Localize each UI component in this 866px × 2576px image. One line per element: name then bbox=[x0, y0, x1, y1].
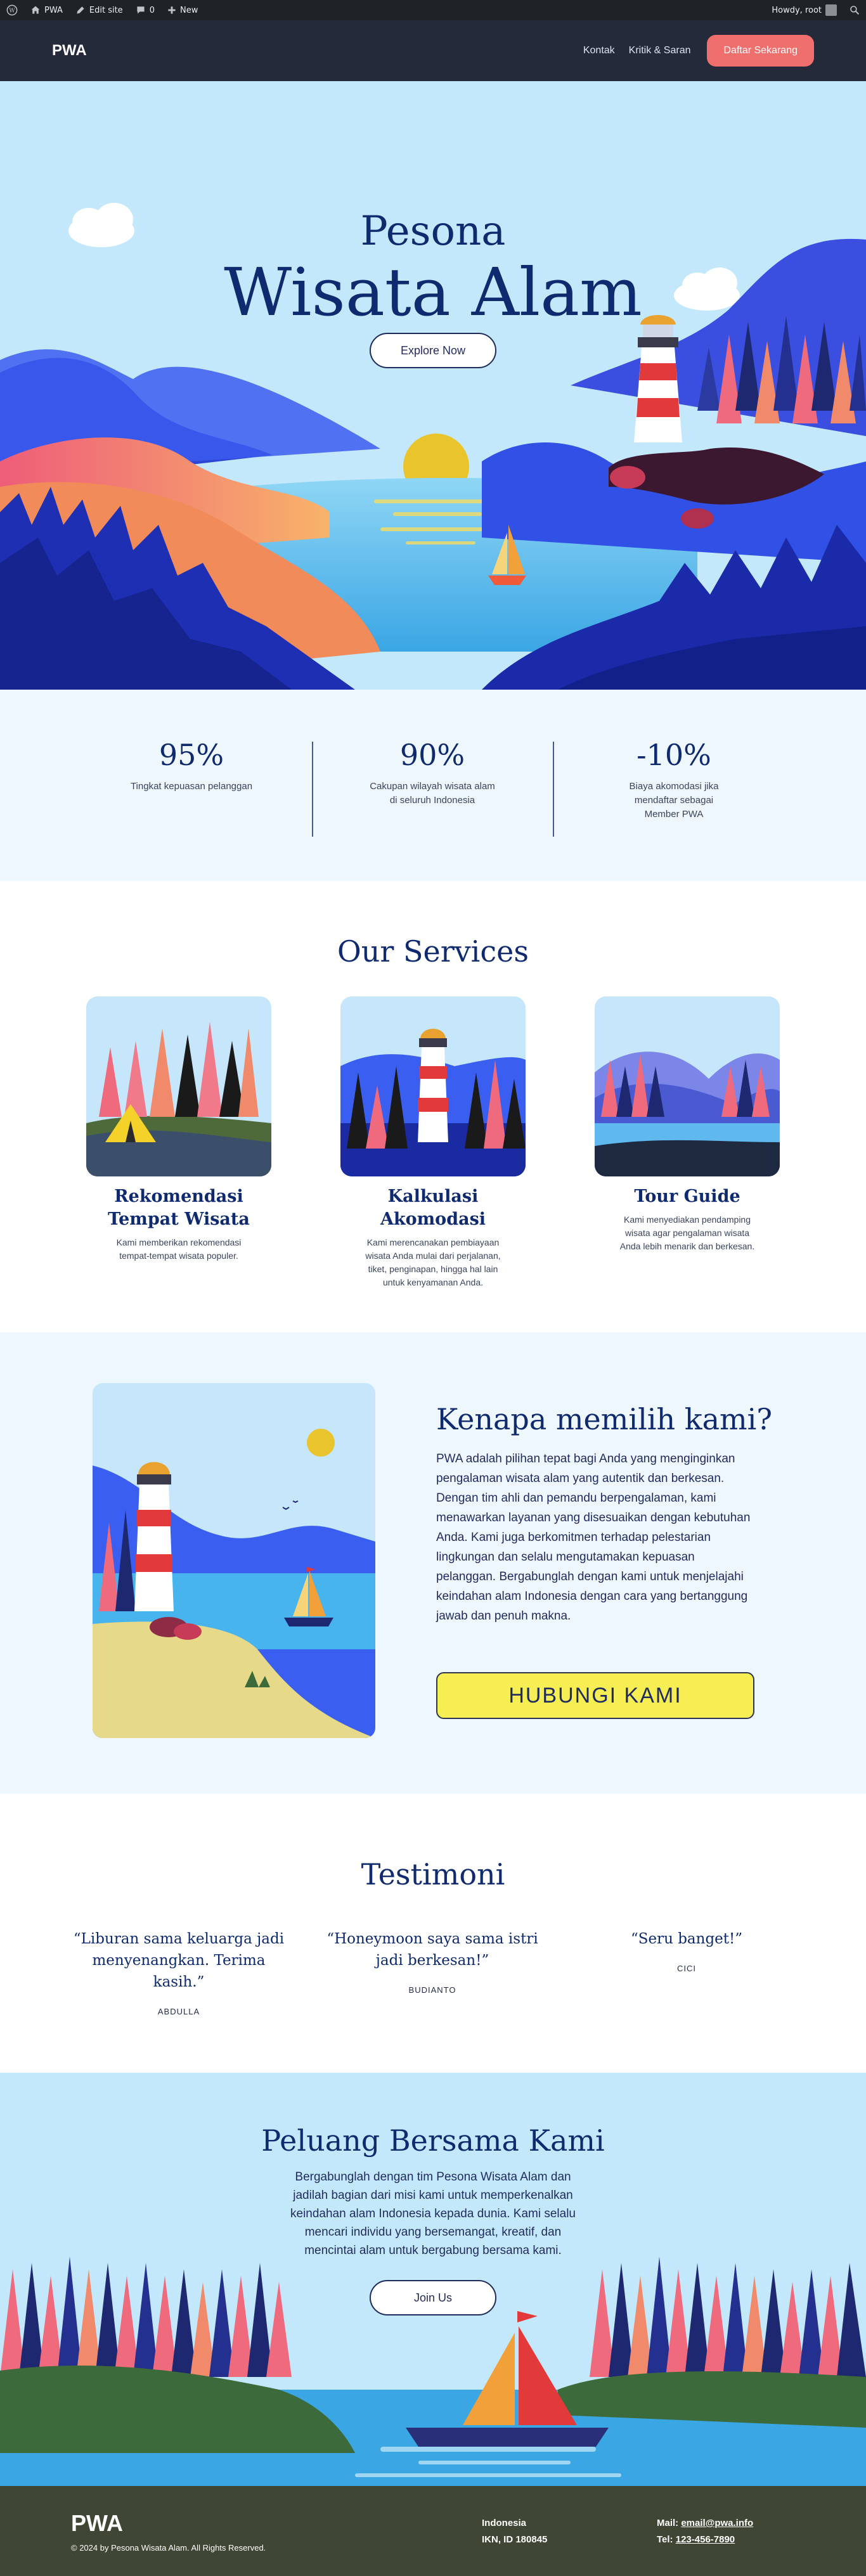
footer-address: Indonesia IKN, ID 180845 bbox=[482, 2515, 547, 2548]
svg-text:W: W bbox=[9, 8, 15, 15]
service-card-recommendation[interactable]: Rekomendasi Tempat Wisata Kami memberika… bbox=[86, 996, 271, 1263]
footer-address-line: IKN, ID 180845 bbox=[482, 2534, 548, 2545]
footer-logo[interactable]: PWA bbox=[71, 2510, 123, 2537]
why-section: Kenapa memilih kami? PWA adalah pilihan … bbox=[0, 1332, 866, 1794]
services-title: Our Services bbox=[337, 934, 529, 969]
stats-section: 95% Tingkat kepuasan pelanggan 90% Cakup… bbox=[0, 690, 866, 881]
testimonials-section: Testimoni “Liburan sama keluarga jadi me… bbox=[0, 1794, 866, 2073]
testimonial-quote: “Honeymoon saya sama istri jadi berkesan… bbox=[326, 1931, 538, 1969]
admin-bar: W PWA Edit site 0 New Howdy, root bbox=[0, 0, 866, 20]
home-icon bbox=[31, 6, 40, 14]
opportunity-section: Peluang Bersama Kami Bergabunglah dengan… bbox=[0, 2073, 866, 2486]
footer-email-link[interactable]: email@pwa.info bbox=[681, 2518, 753, 2528]
hero-kicker: Pesona bbox=[360, 208, 506, 255]
main-nav: Kontak Kritik & Saran Daftar Sekarang bbox=[583, 35, 814, 67]
testimonial-author: ABDULLA bbox=[157, 2007, 200, 2016]
service-title: Rekomendasi Tempat Wisata bbox=[108, 1187, 250, 1229]
stat-label: Cakupan wilayah wisata alam di seluruh I… bbox=[370, 781, 495, 806]
testimonial-author: BUDIANTO bbox=[408, 1985, 456, 1995]
footer-address-line: Indonesia bbox=[482, 2518, 527, 2528]
service-desc: Kami merencanakan pembiayaan wisata Anda… bbox=[365, 1237, 501, 1287]
footer-phone-link[interactable]: 123-456-7890 bbox=[676, 2534, 735, 2545]
service-card-tour-guide[interactable]: Tour Guide Kami menyediakan pendamping w… bbox=[595, 996, 780, 1253]
site-footer: PWA © 2024 by Pesona Wisata Alam. All Ri… bbox=[0, 2486, 866, 2576]
register-button[interactable]: Daftar Sekarang bbox=[707, 35, 814, 67]
testimonial-author: CICI bbox=[677, 1964, 696, 1973]
stat-label: Biaya akomodasi jika mendaftar sebagai M… bbox=[629, 781, 719, 820]
site-name-label: PWA bbox=[44, 5, 63, 15]
comments-menu[interactable]: 0 bbox=[129, 0, 161, 20]
nav-kritik-saran[interactable]: Kritik & Saran bbox=[629, 45, 691, 56]
hero-landscape-illustration bbox=[0, 203, 866, 690]
site-logo[interactable]: PWA bbox=[52, 42, 87, 60]
stat-satisfaction: 95% Tingkat kepuasan pelanggan bbox=[109, 738, 274, 794]
stat-value: -10% bbox=[637, 738, 711, 772]
forest-left bbox=[0, 2257, 292, 2377]
testimonial-quote: “Liburan sama keluarga jadi menyenangkan… bbox=[73, 1931, 285, 1990]
mail-label: Mail: bbox=[657, 2518, 682, 2528]
service-card-accommodation[interactable]: Kalkulasi Akomodasi Kami merencanakan pe… bbox=[340, 996, 526, 1289]
testimonials-title: Testimoni bbox=[361, 1857, 505, 1891]
testimonial-card: “Honeymoon saya sama istri jadi berkesan… bbox=[325, 1928, 540, 1995]
service-image-mountains bbox=[595, 996, 780, 1176]
howdy-label: Howdy, root bbox=[772, 5, 822, 15]
hero-title: Wisata Alam bbox=[224, 254, 642, 331]
testimonial-card: “Liburan sama keluarga jadi menyenangkan… bbox=[71, 1928, 287, 2016]
testimonial-quote: “Seru banget!” bbox=[630, 1931, 743, 1947]
admin-search[interactable] bbox=[843, 0, 866, 20]
new-label: New bbox=[179, 5, 198, 15]
service-desc: Kami menyediakan pendamping wisata agar … bbox=[619, 1214, 755, 1251]
pencil-icon bbox=[77, 6, 84, 14]
footer-copyright: © 2024 by Pesona Wisata Alam. All Rights… bbox=[71, 2543, 266, 2553]
why-body: PWA adalah pilihan tepat bagi Anda yang … bbox=[436, 1452, 751, 1623]
wordpress-menu[interactable]: W bbox=[0, 0, 24, 20]
stat-divider bbox=[312, 742, 313, 837]
stat-coverage: 90% Cakupan wilayah wisata alam di selur… bbox=[350, 738, 515, 808]
forest-right bbox=[590, 2257, 866, 2377]
stat-divider bbox=[553, 742, 554, 837]
avatar bbox=[825, 4, 837, 16]
service-title: Kalkulasi Akomodasi bbox=[380, 1187, 486, 1229]
hero-section: Pesona Wisata Alam Explore Now bbox=[0, 81, 866, 690]
stat-value: 95% bbox=[158, 738, 224, 772]
comment-icon bbox=[137, 6, 145, 14]
plus-icon bbox=[168, 6, 176, 14]
service-image-lighthouse bbox=[340, 996, 526, 1176]
why-illustration bbox=[93, 1383, 375, 1738]
comments-count: 0 bbox=[149, 5, 155, 15]
service-desc: Kami memberikan rekomendasi tempat-tempa… bbox=[116, 1237, 242, 1261]
wordpress-icon: W bbox=[6, 4, 18, 16]
nav-kontak[interactable]: Kontak bbox=[583, 45, 615, 56]
lighthouse bbox=[634, 315, 682, 442]
edit-site-label: Edit site bbox=[89, 5, 123, 15]
stat-discount: -10% Biaya akomodasi jika mendaftar seba… bbox=[591, 738, 756, 821]
account-menu[interactable]: Howdy, root bbox=[765, 0, 843, 20]
opportunity-title: Peluang Bersama Kami bbox=[261, 2123, 605, 2158]
stat-value: 90% bbox=[399, 738, 465, 772]
service-image-camping bbox=[86, 996, 271, 1176]
site-name-menu[interactable]: PWA bbox=[24, 0, 69, 20]
edit-site-menu[interactable]: Edit site bbox=[69, 0, 129, 20]
service-title: Tour Guide bbox=[634, 1187, 740, 1206]
site-header: PWA Kontak Kritik & Saran Daftar Sekaran… bbox=[0, 20, 866, 81]
testimonial-card: “Seru banget!” CICI bbox=[579, 1928, 794, 1973]
footer-contact: Mail: email@pwa.info Tel: 123-456-7890 bbox=[657, 2515, 753, 2548]
explore-now-button[interactable]: Explore Now bbox=[370, 333, 496, 368]
join-us-button[interactable]: Join Us bbox=[370, 2280, 496, 2315]
services-section: Our Services Rekomendasi Tempat Wisata K… bbox=[0, 881, 866, 1332]
search-icon bbox=[850, 6, 860, 15]
new-content-menu[interactable]: New bbox=[161, 0, 204, 20]
contact-us-button[interactable]: HUBUNGI KAMI bbox=[436, 1672, 754, 1719]
opportunity-body: Bergabunglah dengan tim Pesona Wisata Al… bbox=[290, 2170, 576, 2257]
why-title: Kenapa memilih kami? bbox=[436, 1402, 773, 1436]
tel-label: Tel: bbox=[657, 2534, 676, 2545]
stat-label: Tingkat kepuasan pelanggan bbox=[130, 781, 253, 792]
